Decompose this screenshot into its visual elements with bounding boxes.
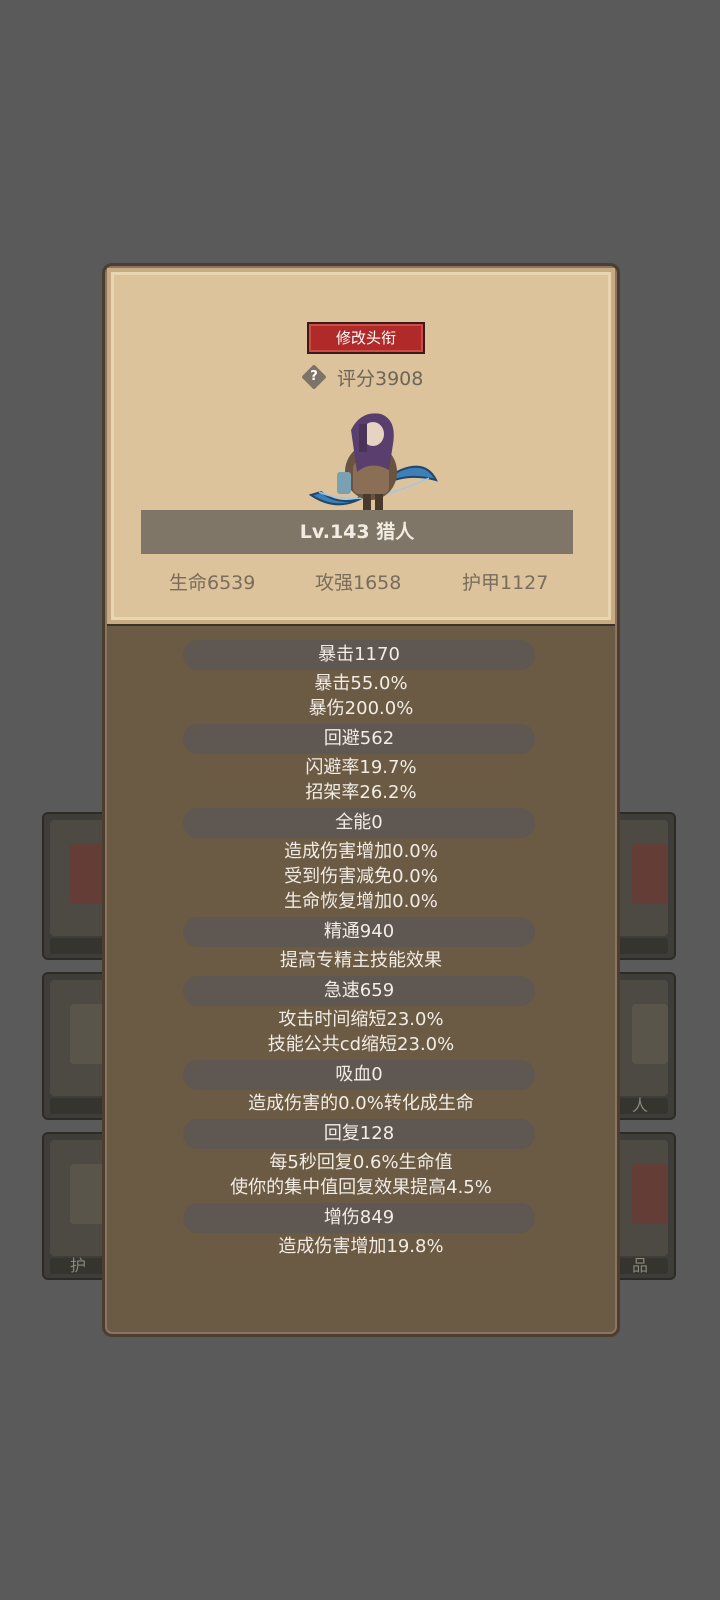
stat-line: 每5秒回复0.6%生命值 [269, 1152, 453, 1173]
attack-stat: 攻强1658 [315, 572, 402, 594]
equipment-icon [632, 1164, 668, 1224]
stat-line: 生命恢复增加0.0% [284, 891, 438, 912]
stat-line: 造成伤害增加0.0% [284, 841, 438, 862]
stat-line: 受到伤害减免0.0% [284, 866, 438, 887]
equipment-icon [632, 844, 668, 904]
equipment-icon [70, 844, 106, 904]
character-card: 修改头衔 ? 评分3908 Lv.143 猎人 生命6539 攻强1658 护甲… [107, 268, 615, 624]
stat-category-avoidance: 回避562 [183, 724, 535, 754]
stat-category-versatility: 全能0 [183, 808, 535, 838]
stat-line: 使你的集中值回复效果提高4.5% [230, 1177, 492, 1198]
score-row: ? 评分3908 [301, 362, 423, 392]
equipment-icon [632, 1004, 668, 1064]
armor-stat: 护甲1127 [462, 572, 549, 594]
stat-category-damage-bonus: 增伤849 [183, 1203, 535, 1233]
stat-line: 攻击时间缩短23.0% [278, 1009, 444, 1030]
level-class-bar: Lv.143 猎人 [141, 510, 573, 554]
slot-label [50, 1098, 106, 1114]
character-stats-modal: 修改头衔 ? 评分3908 Lv.143 猎人 生命6539 攻强1658 护甲… [102, 263, 620, 1337]
stat-line: 技能公共cd缩短23.0% [267, 1034, 455, 1055]
slot-label [50, 938, 106, 954]
stat-line: 招架率26.2% [305, 782, 417, 803]
score-text: 评分3908 [337, 367, 424, 390]
question-diamond-icon[interactable]: ? [301, 364, 327, 390]
stat-line: 造成伤害的0.0%转化成生命 [248, 1093, 474, 1114]
equipment-icon [70, 1004, 106, 1064]
slot-label: 品 [612, 1258, 668, 1274]
base-stats-row: 生命6539 攻强1658 护甲1127 [111, 568, 611, 598]
stat-category-lifesteal: 吸血0 [183, 1060, 535, 1090]
stat-line: 提高专精主技能效果 [280, 950, 442, 971]
stat-line: 闪避率19.7% [305, 757, 417, 778]
hunter-character-sprite [308, 413, 438, 510]
slot-label: 护 [50, 1258, 106, 1274]
change-title-button[interactable]: 修改头衔 [307, 322, 425, 354]
stat-category-haste: 急速659 [183, 976, 535, 1006]
stat-category-regen: 回复128 [183, 1119, 535, 1149]
stat-line: 暴击55.0% [314, 673, 408, 694]
equipment-icon [70, 1164, 106, 1224]
stat-category-mastery: 精通940 [183, 917, 535, 947]
slot-label: 人 [612, 1098, 668, 1114]
stat-category-crit: 暴击1170 [183, 640, 535, 670]
hp-stat: 生命6539 [169, 572, 256, 594]
slot-label [612, 938, 668, 954]
stat-line: 暴伤200.0% [308, 698, 414, 719]
stat-line: 造成伤害增加19.8% [278, 1236, 444, 1257]
